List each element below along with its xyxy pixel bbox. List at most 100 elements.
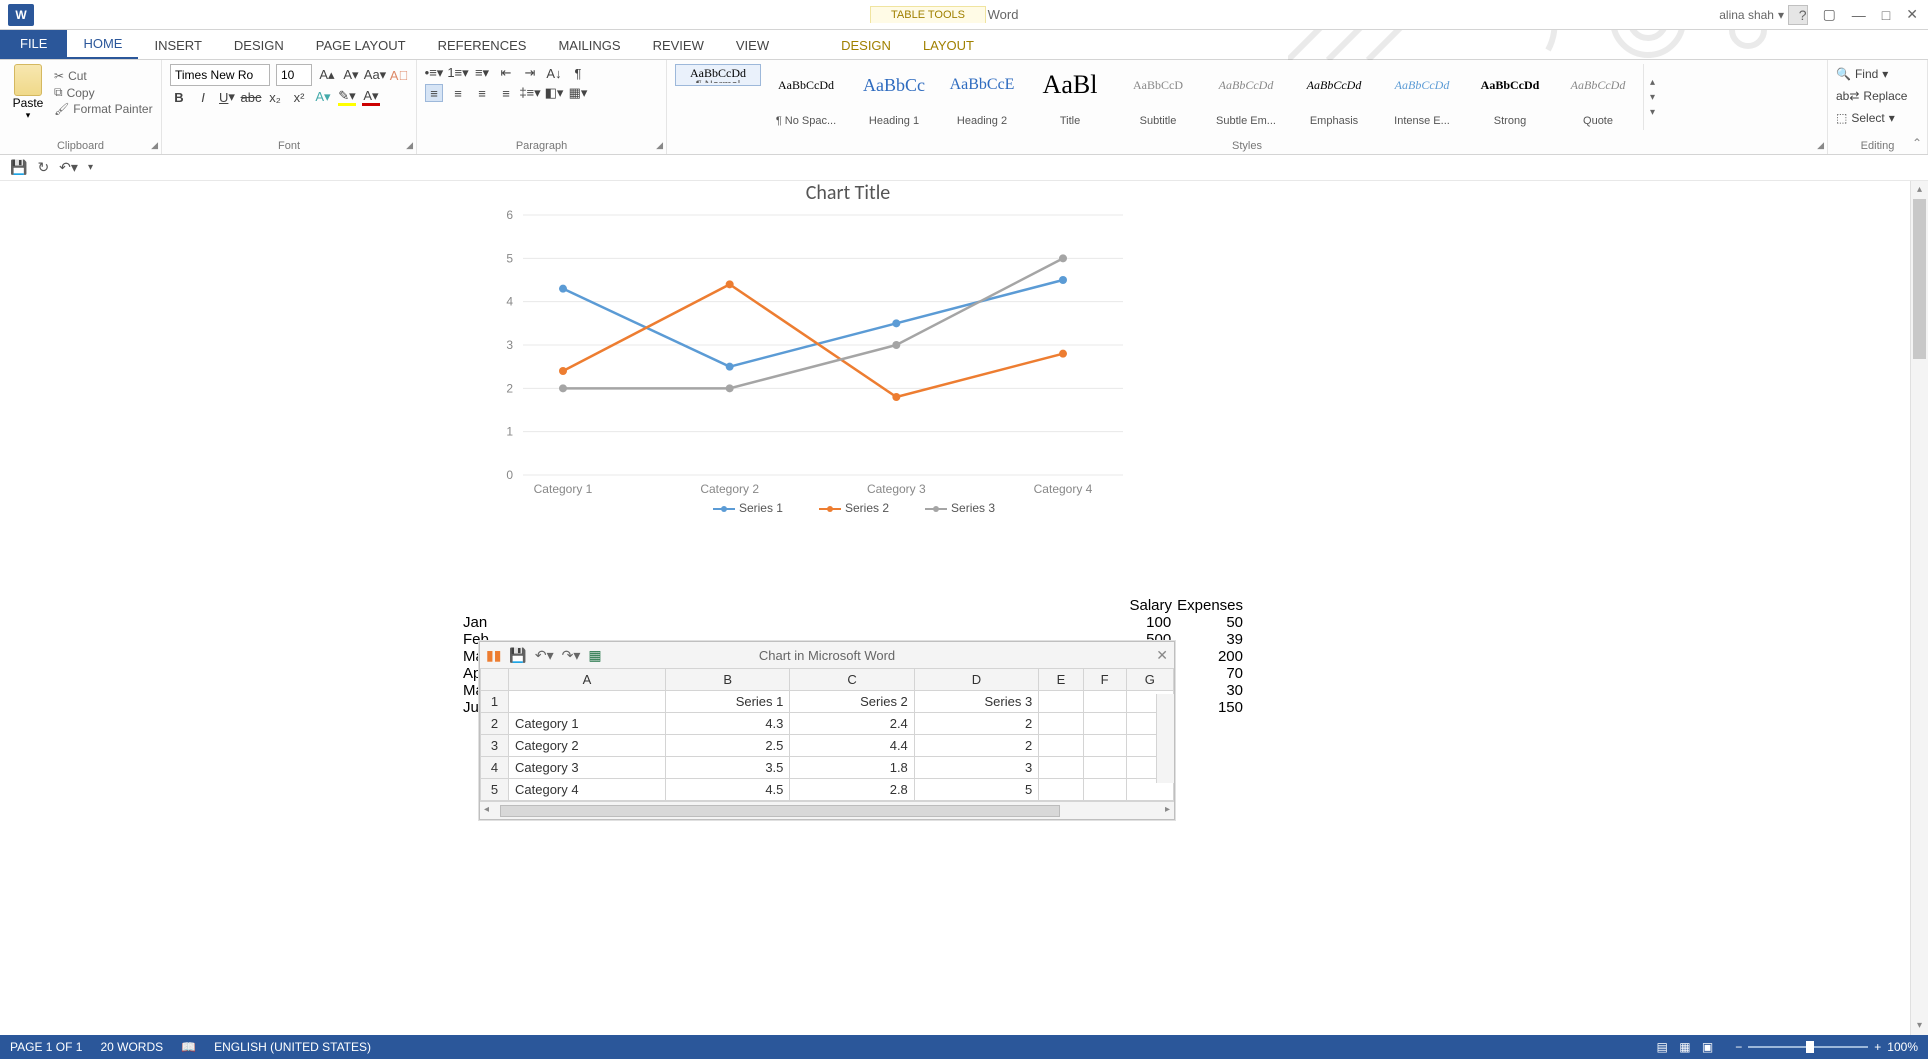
replace-button[interactable]: ab⇄Replace [1836,86,1919,106]
style-subtle-em-[interactable]: AaBbCcDdSubtle Em... [1203,64,1289,130]
close-icon[interactable]: ✕ [1902,4,1922,25]
subscript-icon[interactable]: x₂ [266,88,284,106]
copy-button[interactable]: ⧉Copy [54,85,153,100]
decrease-indent-icon[interactable]: ⇤ [497,64,515,82]
borders-icon[interactable]: ▦▾ [569,84,587,102]
dialog-launcher-icon[interactable]: ◢ [1817,140,1824,151]
style-quote[interactable]: AaBbCcDdQuote [1555,64,1641,130]
context-tab-design[interactable]: DESIGN [825,32,907,59]
edit-in-excel-icon[interactable]: ▦ [588,647,601,664]
status-words[interactable]: 20 WORDS [100,1040,163,1054]
numbering-icon[interactable]: 1≡▾ [449,64,467,82]
datasheet-grid[interactable]: ABCDEFG1Series 1Series 2Series 32Categor… [480,668,1174,801]
format-painter-button[interactable]: 🖌Format Painter [54,102,153,116]
style-heading-1[interactable]: AaBbCcHeading 1 [851,64,937,130]
tab-design[interactable]: DESIGN [218,32,300,59]
tab-review[interactable]: REVIEW [637,32,720,59]
style-subtitle[interactable]: AaBbCcDSubtitle [1115,64,1201,130]
tab-mailings[interactable]: MAILINGS [542,32,636,59]
line-spacing-icon[interactable]: ‡≡▾ [521,84,539,102]
read-mode-icon[interactable]: ▤ [1657,1040,1668,1054]
undo-icon[interactable]: ↶▾ [59,159,78,176]
italic-icon[interactable]: I [194,88,212,106]
chart[interactable]: Chart Title 0123456Category 1Category 2C… [463,181,1233,561]
status-language[interactable]: ENGLISH (UNITED STATES) [214,1040,371,1054]
text-effects-icon[interactable]: A▾ [314,88,332,106]
proofing-icon[interactable]: 📖 [181,1040,196,1054]
save-icon[interactable]: 💾 [10,159,27,176]
scrollbar-thumb[interactable] [500,805,1060,817]
zoom-control[interactable]: − + 100% [1735,1040,1918,1054]
minimize-icon[interactable]: — [1848,5,1870,25]
font-family-select[interactable] [170,64,270,86]
bullets-icon[interactable]: •≡▾ [425,64,443,82]
zoom-out-icon[interactable]: − [1735,1040,1742,1054]
dialog-launcher-icon[interactable]: ◢ [406,140,413,151]
zoom-slider[interactable] [1748,1046,1868,1048]
embedded-datasheet[interactable]: ▮▮ 💾 ↶▾ ↷▾ ▦ Chart in Microsoft Word ✕ A… [479,641,1175,820]
style-title[interactable]: AaBlTitle [1027,64,1113,130]
strikethrough-icon[interactable]: abc [242,88,260,106]
tab-file[interactable]: FILE [0,28,67,59]
tab-references[interactable]: REFERENCES [422,32,543,59]
style-emphasis[interactable]: AaBbCcDdEmphasis [1291,64,1377,130]
align-center-icon[interactable]: ≡ [449,84,467,102]
style-strong[interactable]: AaBbCcDdStrong [1467,64,1553,130]
font-size-select[interactable] [276,64,312,86]
font-color-icon[interactable]: A▾ [362,88,380,106]
select-button[interactable]: ⬚Select▾ [1836,108,1919,128]
close-icon[interactable]: ✕ [1156,647,1168,664]
find-button[interactable]: 🔍Find▾ [1836,64,1919,84]
grow-font-icon[interactable]: A▴ [318,66,336,84]
change-case-icon[interactable]: Aa▾ [366,66,384,84]
bold-icon[interactable]: B [170,88,188,106]
increase-indent-icon[interactable]: ⇥ [521,64,539,82]
tab-home[interactable]: HOME [67,30,138,59]
clear-formatting-icon[interactable]: A⃠ [390,66,408,84]
zoom-in-icon[interactable]: + [1874,1040,1881,1054]
ribbon-display-icon[interactable]: ▢ [1819,4,1840,25]
shrink-font-icon[interactable]: A▾ [342,66,360,84]
tab-page-layout[interactable]: PAGE LAYOUT [300,32,422,59]
show-marks-icon[interactable]: ¶ [569,64,587,82]
help-icon[interactable]: ? [1795,5,1811,25]
tab-view[interactable]: VIEW [720,32,785,59]
repeat-icon[interactable]: ↻ [37,159,49,176]
align-right-icon[interactable]: ≡ [473,84,491,102]
restore-icon[interactable]: □ [1878,5,1894,25]
undo-icon[interactable]: ↶▾ [535,647,554,664]
vertical-scrollbar[interactable] [1156,694,1174,783]
save-icon[interactable]: 💾 [509,647,526,664]
style--no-spac-[interactable]: AaBbCcDd¶ No Spac... [763,64,849,130]
collapse-ribbon-icon[interactable]: ⌃ [1912,136,1922,150]
dialog-launcher-icon[interactable]: ◢ [151,140,158,151]
styles-gallery[interactable]: AaBbCcDd¶ NormalAaBbCcDd¶ No Spac...AaBb… [675,64,1819,130]
print-layout-icon[interactable]: ▦ [1679,1040,1690,1054]
horizontal-scrollbar[interactable]: ◂ ▸ [480,801,1174,819]
cut-button[interactable]: ✂Cut [54,69,153,83]
web-layout-icon[interactable]: ▣ [1702,1040,1713,1054]
vertical-scrollbar[interactable]: ▴ ▾ [1910,181,1928,1035]
style--normal[interactable]: AaBbCcDd¶ Normal [675,64,761,86]
redo-icon[interactable]: ↷▾ [562,647,581,664]
dialog-launcher-icon[interactable]: ◢ [656,140,663,151]
align-left-icon[interactable]: ≡ [425,84,443,102]
zoom-level[interactable]: 100% [1887,1040,1918,1054]
sort-icon[interactable]: A↓ [545,64,563,82]
underline-icon[interactable]: U▾ [218,88,236,106]
highlight-icon[interactable]: ✎▾ [338,88,356,106]
justify-icon[interactable]: ≡ [497,84,515,102]
style-intense-e-[interactable]: AaBbCcDdIntense E... [1379,64,1465,130]
superscript-icon[interactable]: x² [290,88,308,106]
styles-more-icon[interactable]: ▴▾▾ [1643,64,1661,130]
scrollbar-thumb[interactable] [1913,199,1926,359]
tab-insert[interactable]: INSERT [138,32,217,59]
multilevel-list-icon[interactable]: ≡▾ [473,64,491,82]
paste-button[interactable]: Paste ▾ [8,64,48,121]
status-page[interactable]: PAGE 1 OF 1 [10,1040,82,1054]
style-heading-2[interactable]: AaBbCcEHeading 2 [939,64,1025,130]
customize-qat-icon[interactable]: ▾ [88,162,93,173]
context-tab-layout[interactable]: LAYOUT [907,32,990,59]
shading-icon[interactable]: ◧▾ [545,84,563,102]
chart-type-icon[interactable]: ▮▮ [486,647,501,664]
